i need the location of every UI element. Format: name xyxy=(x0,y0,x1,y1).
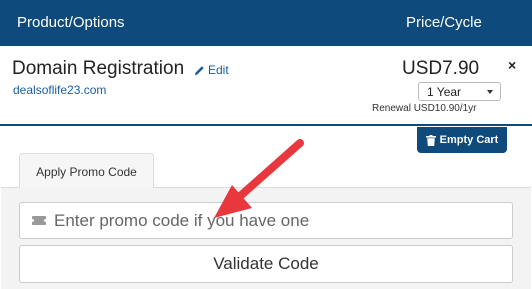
ticket-icon xyxy=(31,216,47,225)
item-price: USD7.90 xyxy=(402,58,480,79)
empty-cart-label: Empty Cart xyxy=(439,134,499,146)
edit-link[interactable]: Edit xyxy=(194,63,229,77)
billing-cycle-select[interactable]: 1 Year xyxy=(418,82,501,101)
domain-name[interactable]: dealsoflife23.com xyxy=(13,83,106,97)
caret-down-icon xyxy=(487,90,493,94)
product-name: Domain Registration xyxy=(12,58,185,79)
promo-code-input[interactable] xyxy=(54,203,504,238)
renewal-price: Renewal USD10.90/1yr xyxy=(372,103,477,114)
edit-label: Edit xyxy=(208,63,229,77)
price-cycle-heading: Price/Cycle xyxy=(406,14,482,31)
promo-code-field[interactable] xyxy=(19,202,513,239)
pencil-icon xyxy=(194,65,204,75)
empty-cart-button[interactable]: Empty Cart xyxy=(417,127,507,153)
remove-item-button[interactable]: × xyxy=(508,57,516,73)
trash-icon xyxy=(425,134,436,146)
checkout-page: Product/Options Price/Cycle Domain Regis… xyxy=(0,0,532,289)
tab-apply-promo-code[interactable]: Apply Promo Code xyxy=(19,153,154,188)
billing-cycle-value: 1 Year xyxy=(427,85,462,99)
cart-table-header: Product/Options Price/Cycle xyxy=(0,0,532,46)
cart-item-row: Domain Registration Edit dealsoflife23.c… xyxy=(0,46,532,126)
validate-code-button[interactable]: Validate Code xyxy=(19,245,513,283)
product-options-heading: Product/Options xyxy=(17,14,125,31)
